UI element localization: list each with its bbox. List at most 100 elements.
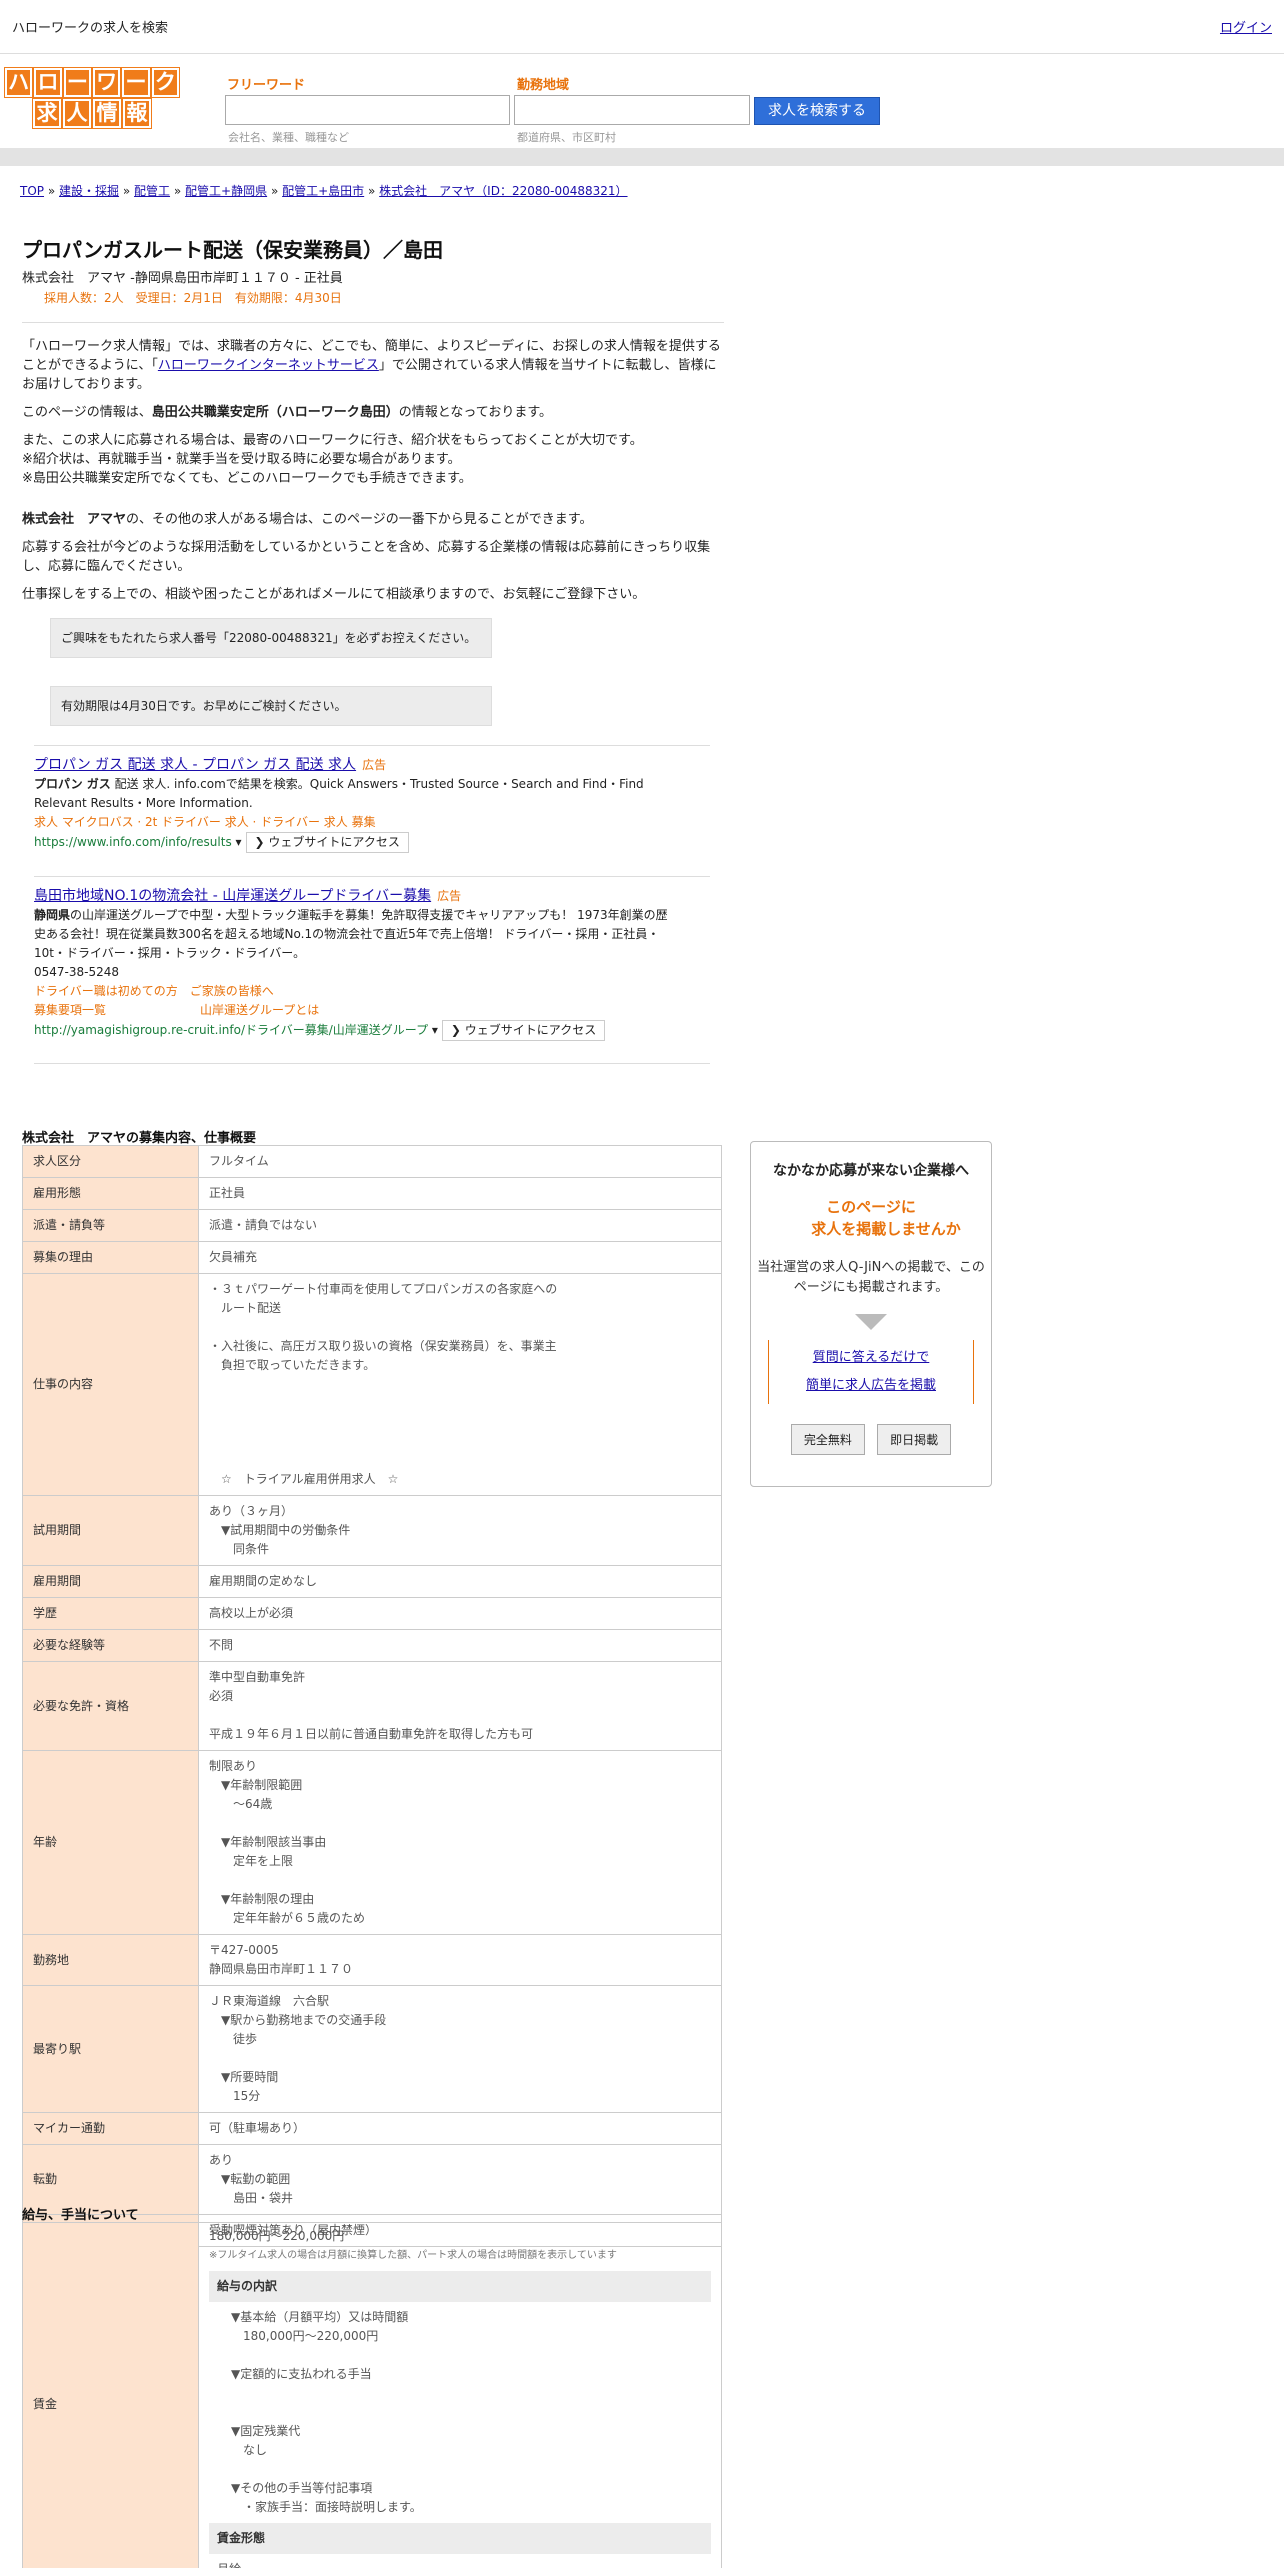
- details-section-title: 株式会社 アマヤの募集内容、仕事概要: [22, 1131, 257, 1146]
- detail-row: 最寄り駅 ＪＲ東海道線 六合駅 ▼駅から勤務地までの交通手段 徒歩 ▼所要時間 1…: [22, 1985, 722, 2113]
- detail-value: 〒427-0005 静岡県島田市岸町１１７０: [198, 1934, 722, 1986]
- login-link[interactable]: ログイン: [1220, 17, 1272, 36]
- detail-row: 必要な免許・資格 準中型自動車免許 必須 平成１９年６月１日以前に普通自動車免許を…: [22, 1661, 722, 1751]
- ad-visit-button[interactable]: ❯ ウェブサイトにアクセス: [245, 832, 409, 853]
- detail-row: 学歴 高校以上が必須: [22, 1597, 722, 1630]
- advertise-link-1[interactable]: 質問に答えるだけで: [813, 1350, 930, 1365]
- breadcrumb: TOP » 建設・採掘 » 配管工 » 配管工+静岡県 » 配管工+島田市 » …: [20, 184, 628, 198]
- detail-value: 高校以上が必須: [198, 1597, 722, 1630]
- detail-label: 試用期間: [22, 1495, 199, 1566]
- detail-label: 求人区分: [22, 1145, 199, 1178]
- ad-sitelink[interactable]: ドライバー職は初めての方: [34, 984, 178, 998]
- crumb-pref[interactable]: 配管工+静岡県: [185, 184, 267, 198]
- same-day-button[interactable]: 即日掲載: [877, 1424, 952, 1455]
- intro-paragraph-4: 株式会社 アマヤの、その他の求人がある場合は、このページの一番下から見ることがで…: [22, 512, 593, 527]
- detail-row: 雇用形態 正社員: [22, 1177, 722, 1210]
- salary-form: 月給: [209, 2560, 711, 2568]
- search-button[interactable]: 求人を検索する: [754, 97, 880, 125]
- detail-value: 制限あり ▼年齢制限範囲 〜64歳 ▼年齢制限該当事由 定年を上限 ▼年齢制限の…: [198, 1750, 722, 1935]
- detail-row: 必要な経験等 不問: [22, 1629, 722, 1662]
- detail-label: 年齢: [22, 1750, 199, 1935]
- salary-range: 180,000円〜220,000円: [209, 2229, 345, 2243]
- advertise-box: なかなか応募が来ない企業様へ このページに 求人を掲載しませんか 当社運営の求人Q…: [750, 1141, 992, 1487]
- ad-sublinks[interactable]: 求人 マイクロバス · 2t ドライバー 求人 · ドライバー 求人 募集: [34, 813, 674, 832]
- logo-letter: 報: [122, 98, 152, 129]
- detail-row: 試用期間 あり（３ヶ月） ▼試用期間中の労働条件 同条件: [22, 1495, 722, 1566]
- salary-note: ※フルタイム求人の場合は月額に換算した額、パート求人の場合は時間額を表示していま…: [209, 2250, 617, 2261]
- ad-url[interactable]: https://www.info.com/info/results: [34, 835, 232, 849]
- crumb-job[interactable]: 配管工: [134, 184, 170, 198]
- logo-letter: 情: [92, 98, 122, 129]
- detail-value: ＪＲ東海道線 六合駅 ▼駅から勤務地までの交通手段 徒歩 ▼所要時間 15分: [198, 1985, 722, 2113]
- detail-row: マイカー通勤 可（駐車場あり）: [22, 2112, 722, 2145]
- area-hint: 都道府県、市区町村: [517, 131, 616, 144]
- job-number-notice: ご興味をもたれたら求人番号「22080-00488321」を必ずお控えください。: [50, 618, 492, 658]
- intro-paragraph-1: 「ハローワーク求人情報」では、求職者の方々に、どこでも、簡単に、よりスピーディに…: [22, 339, 721, 392]
- keyword-input[interactable]: [225, 95, 510, 125]
- logo-letter: 人: [62, 98, 92, 129]
- ad-sitelink[interactable]: 山岸運送グループとは: [200, 1003, 319, 1017]
- detail-label: 派遣・請負等: [22, 1209, 199, 1242]
- detail-label: 必要な経験等: [22, 1629, 199, 1662]
- job-details-table: 求人区分 フルタイム 雇用形態 正社員 派遣・請負等 派遣・請負ではない 募集の理由 欠員補充…: [22, 1145, 722, 2247]
- ad-yamagishi: 島田市地域NO.1の物流会社 - 山岸運送グループドライバー募集 広告 静岡県の山…: [34, 887, 674, 1041]
- ad-title[interactable]: プロパン ガス 配送 求人 - プロパン ガス 配送 求人: [34, 757, 356, 773]
- ad-title[interactable]: 島田市地域NO.1の物流会社 - 山岸運送グループドライバー募集: [34, 888, 431, 904]
- detail-row: 仕事の内容 ・３ｔパワーゲート付車両を使用してプロパンガスの各家庭への ルート配送…: [22, 1273, 722, 1496]
- ad-propane: プロパン ガス 配送 求人 - プロパン ガス 配送 求人 広告 プロパン ガス …: [34, 756, 674, 853]
- detail-row: 年齢 制限あり ▼年齢制限範囲 〜64歳 ▼年齢制限該当事由 定年を上限 ▼年齢制…: [22, 1750, 722, 1935]
- salary-label: 賃金: [22, 2222, 199, 2568]
- intro-paragraph-6: 仕事探しをする上での、相談や困ったことがあればメールにて相談承りますので、お気軽…: [22, 587, 646, 602]
- advertise-link-2[interactable]: 簡単に求人広告を掲載: [806, 1378, 936, 1393]
- logo-letter: 求: [32, 98, 62, 129]
- keyword-hint: 会社名、業種、職種など: [228, 131, 349, 144]
- ad-sitelink[interactable]: 募集要項一覧: [34, 1003, 106, 1017]
- area-input[interactable]: [514, 95, 750, 125]
- advertise-desc: 当社運営の求人Q-JiNへの掲載で、このページにも掲載されます。: [757, 1260, 985, 1295]
- crumb-top[interactable]: TOP: [20, 184, 44, 198]
- arrow-down-icon: [855, 1314, 887, 1330]
- job-meta: 採用人数：2人 受理日：2月1日 有効期限：4月30日: [44, 291, 342, 305]
- crumb-company[interactable]: 株式会社 アマヤ（ID：22080-00488321）: [379, 184, 627, 198]
- hellowork-logo[interactable]: ハローワーク 求人情報: [4, 67, 180, 129]
- logo-letter: ワ: [91, 67, 122, 98]
- detail-value: 可（駐車場あり）: [198, 2112, 722, 2145]
- salary-breakdown: ▼基本給（月額平均）又は時間額 180,000円〜220,000円 ▼定額的に支…: [231, 2310, 422, 2514]
- detail-row: 求人区分 フルタイム: [22, 1145, 722, 1178]
- detail-value: 派遣・請負ではない: [198, 1209, 722, 1242]
- detail-row: 派遣・請負等 派遣・請負ではない: [22, 1209, 722, 1242]
- crumb-city[interactable]: 配管工+島田市: [282, 184, 364, 198]
- detail-value: あり ▼転勤の範囲 島田・袋井: [198, 2144, 722, 2215]
- detail-label: 学歴: [22, 1597, 199, 1630]
- expiry-notice: 有効期限は4月30日です。お早めにご検討ください。: [50, 686, 492, 726]
- salary-form-title: 賃金形態: [209, 2523, 711, 2554]
- detail-label: 雇用期間: [22, 1565, 199, 1598]
- logo-letter: ク: [150, 67, 180, 98]
- crumb-category[interactable]: 建設・採掘: [59, 184, 119, 198]
- free-button[interactable]: 完全無料: [790, 1424, 865, 1455]
- logo-letter: ー: [62, 67, 93, 98]
- ad-url[interactable]: http://yamagishigroup.re-cruit.info/ドライバ…: [34, 1023, 428, 1037]
- salary-breakdown-title: 給与の内訳: [209, 2271, 711, 2302]
- detail-value: 欠員補充: [198, 1241, 722, 1274]
- site-title: ハローワークの求人を検索: [12, 21, 169, 36]
- ad-sitelink[interactable]: ご家族の皆様へ: [190, 984, 274, 998]
- detail-row: 募集の理由 欠員補充: [22, 1241, 722, 1274]
- detail-value: 正社員: [198, 1177, 722, 1210]
- intro-paragraph-2: このページの情報は、島田公共職業安定所（ハローワーク島田）の情報となっております…: [22, 405, 553, 420]
- detail-label: 必要な免許・資格: [22, 1661, 199, 1751]
- detail-value: 雇用期間の定めなし: [198, 1565, 722, 1598]
- job-title: プロパンガスルート配送（保安業務員）／島田: [22, 238, 443, 262]
- salary-table: 賃金 180,000円〜220,000円 ※フルタイム求人の場合は月額に換算した…: [22, 2222, 722, 2568]
- detail-value: ・３ｔパワーゲート付車両を使用してプロパンガスの各家庭への ルート配送 ・入社後…: [198, 1273, 722, 1496]
- hellowork-internet-link[interactable]: ハローワークインターネットサービス: [158, 358, 379, 373]
- detail-row: 雇用期間 雇用期間の定めなし: [22, 1565, 722, 1598]
- logo-letter: ー: [121, 67, 151, 98]
- logo-letter: ロ: [33, 67, 63, 98]
- intro-paragraph-5: 応募する会社が今どのような採用活動をしているかということを含め、応募する企業様の…: [22, 540, 711, 574]
- company-line: 株式会社 アマヤ -静岡県島田市岸町１１７０ - 正社員: [22, 271, 343, 286]
- intro-paragraph-3: また、この求人に応募される場合は、最寄のハローワークに行き、紹介状をもらっておく…: [22, 433, 643, 486]
- advertise-title: なかなか応募が来ない企業様へ: [773, 1163, 969, 1179]
- detail-label: 雇用形態: [22, 1177, 199, 1210]
- ad-visit-button[interactable]: ❯ ウェブサイトにアクセス: [441, 1020, 606, 1041]
